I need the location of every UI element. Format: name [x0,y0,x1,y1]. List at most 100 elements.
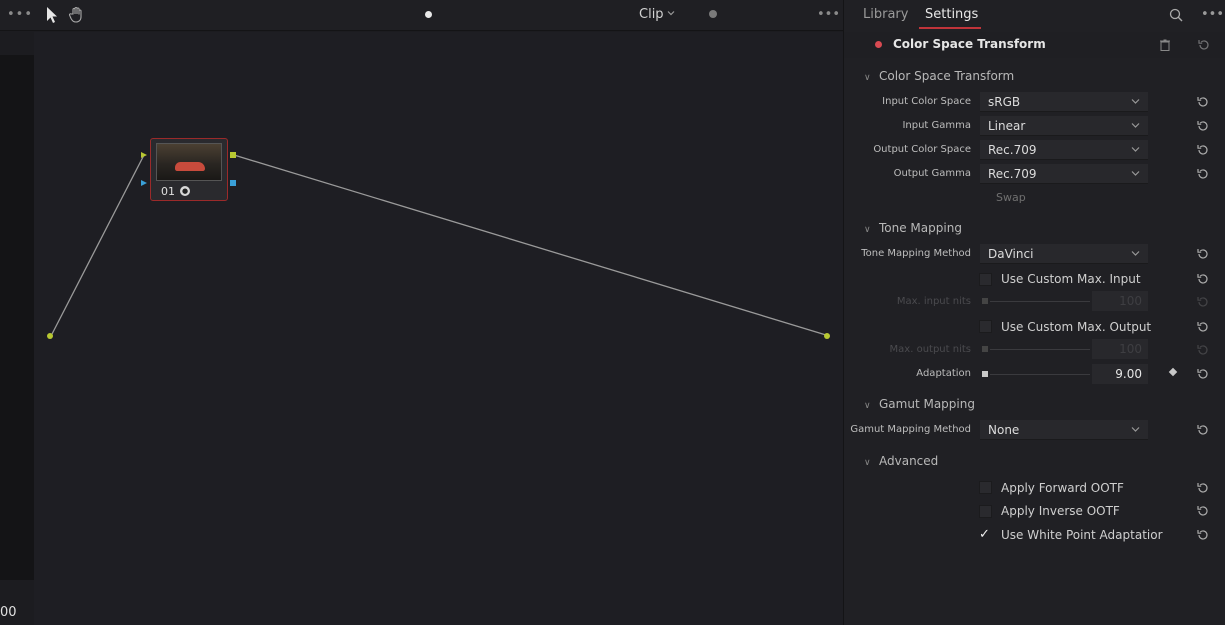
source-input-port-icon [47,333,53,339]
grade-indicator-icon [709,10,717,18]
chevron-down-icon: ∨ [864,458,871,468]
chevron-down-icon[interactable] [666,8,676,18]
tone-mapping-method-label: Tone Mapping Method [861,248,971,259]
search-icon[interactable] [1169,8,1183,22]
output-color-space-label: Output Color Space [873,144,971,155]
adaptation-field[interactable]: 9.00 [1092,364,1148,384]
fx-badge-icon: ● [180,186,190,196]
reset-input-gamma-icon[interactable] [1196,119,1210,133]
dropdown-value: Rec.709 [988,167,1037,181]
car-thumbnail-image [175,162,205,171]
max-input-nits-label: Max. input nits [896,296,971,307]
reset-input-color-space-icon[interactable] [1196,95,1210,109]
adaptation-label: Adaptation [916,368,971,379]
reset-custom-max-input-icon[interactable] [1196,272,1210,286]
keyframe-diamond-icon[interactable] [1168,367,1178,377]
reset-custom-max-output-icon[interactable] [1196,320,1210,334]
node-key-output-port-icon[interactable] [230,180,236,186]
max-input-slider-handle [982,298,988,304]
chevron-down-icon [1131,147,1140,152]
gamut-mapping-method-dropdown[interactable]: None [980,420,1148,440]
max-output-nits-field: 100 [1092,339,1148,359]
input-gamma-label: Input Gamma [902,120,971,131]
chevron-down-icon [1131,251,1140,256]
output-gamma-dropdown[interactable]: Rec.709 [980,164,1148,184]
field-value: 100 [1119,294,1142,308]
input-color-space-label: Input Color Space [882,96,971,107]
section-title: Color Space Transform [879,69,1015,83]
reset-output-color-space-icon[interactable] [1196,143,1210,157]
panel-tabs: Library Settings ••• [844,0,1225,31]
hand-tool-icon[interactable] [68,6,86,24]
reset-effect-icon[interactable] [1197,38,1211,52]
pointer-tool-icon[interactable] [45,6,59,24]
output-color-space-dropdown[interactable]: Rec.709 [980,140,1148,160]
reset-adaptation-icon[interactable] [1196,367,1210,381]
reset-tone-mapping-icon[interactable] [1196,247,1210,261]
reset-inverse-ootf-icon[interactable] [1196,504,1210,518]
use-custom-max-input-checkbox[interactable] [979,273,992,286]
reset-white-point-adaptation-icon[interactable] [1196,528,1210,542]
reset-max-input-icon [1197,297,1208,307]
reset-gamut-mapping-icon[interactable] [1196,423,1210,437]
node-editor-toolbar: ••• Clip ••• [0,0,843,31]
reset-forward-ootf-icon[interactable] [1196,481,1210,495]
adaptation-slider-track[interactable] [990,374,1090,375]
node-key-input-port-icon[interactable] [141,180,147,186]
max-input-slider-track [990,301,1090,302]
use-white-point-adaptation-label: Use White Point Adaptatior [1001,528,1163,542]
section-title: Tone Mapping [879,221,962,235]
chevron-down-icon: ∨ [864,401,871,411]
active-tab-indicator [919,27,981,29]
chevron-down-icon: ∨ [864,73,871,83]
use-custom-max-output-checkbox[interactable] [979,320,992,333]
node-label: 01 [161,185,175,198]
dropdown-value: Linear [988,119,1026,133]
corrector-node-01[interactable]: 01 ● [150,138,228,201]
tone-mapping-method-dropdown[interactable]: DaVinci [980,244,1148,264]
trash-icon[interactable] [1160,39,1170,51]
section-gamut-mapping[interactable]: ∨ Gamut Mapping [864,397,975,411]
node-rgb-input-port-icon[interactable] [141,152,147,158]
input-gamma-dropdown[interactable]: Linear [980,116,1148,136]
left-panel-strip [0,55,34,580]
output-port-icon [824,333,830,339]
section-advanced[interactable]: ∨ Advanced [864,454,938,468]
swap-button[interactable]: Swap [996,191,1026,204]
chevron-down-icon [1131,427,1140,432]
dropdown-value: Rec.709 [988,143,1037,157]
max-output-slider-track [990,349,1090,350]
field-value: 100 [1119,342,1142,356]
max-output-nits-label: Max. output nits [889,344,971,355]
reset-max-output-icon [1197,345,1208,355]
apply-inverse-ootf-label: Apply Inverse OOTF [1001,504,1120,518]
adaptation-slider-handle[interactable] [982,371,988,377]
section-tone-mapping[interactable]: ∨ Tone Mapping [864,221,962,235]
left-panel-number: 00 [0,605,17,620]
apply-forward-ootf-checkbox[interactable] [979,481,992,494]
chevron-down-icon [1131,99,1140,104]
node-thumbnail [156,143,222,181]
reset-output-gamma-icon[interactable] [1196,167,1210,181]
apply-forward-ootf-label: Apply Forward OOTF [1001,481,1124,495]
toolbar-menu-button[interactable]: ••• [7,7,33,22]
node-graph-canvas[interactable]: 01 ● [34,32,843,625]
apply-inverse-ootf-checkbox[interactable] [979,505,992,518]
clip-mode-selector[interactable]: Clip [639,7,664,22]
node-options-button[interactable]: ••• [817,7,840,22]
section-title: Gamut Mapping [879,397,975,411]
tab-settings[interactable]: Settings [925,7,978,22]
node-rgb-output-port-icon[interactable] [230,152,236,158]
input-color-space-dropdown[interactable]: sRGB [980,92,1148,112]
section-color-space-transform[interactable]: ∨ Color Space Transform [864,69,1014,83]
section-title: Advanced [879,454,939,468]
input-connection-line [50,154,145,337]
status-dot-icon [425,11,432,18]
output-connection-line [233,154,827,336]
gamut-mapping-method-label: Gamut Mapping Method [850,424,971,435]
use-white-point-adaptation-checkbox[interactable]: ✓ [979,528,992,541]
effect-enable-icon[interactable] [875,41,882,48]
panel-options-button[interactable]: ••• [1201,7,1224,22]
max-output-slider-handle [982,346,988,352]
tab-library[interactable]: Library [863,7,908,22]
